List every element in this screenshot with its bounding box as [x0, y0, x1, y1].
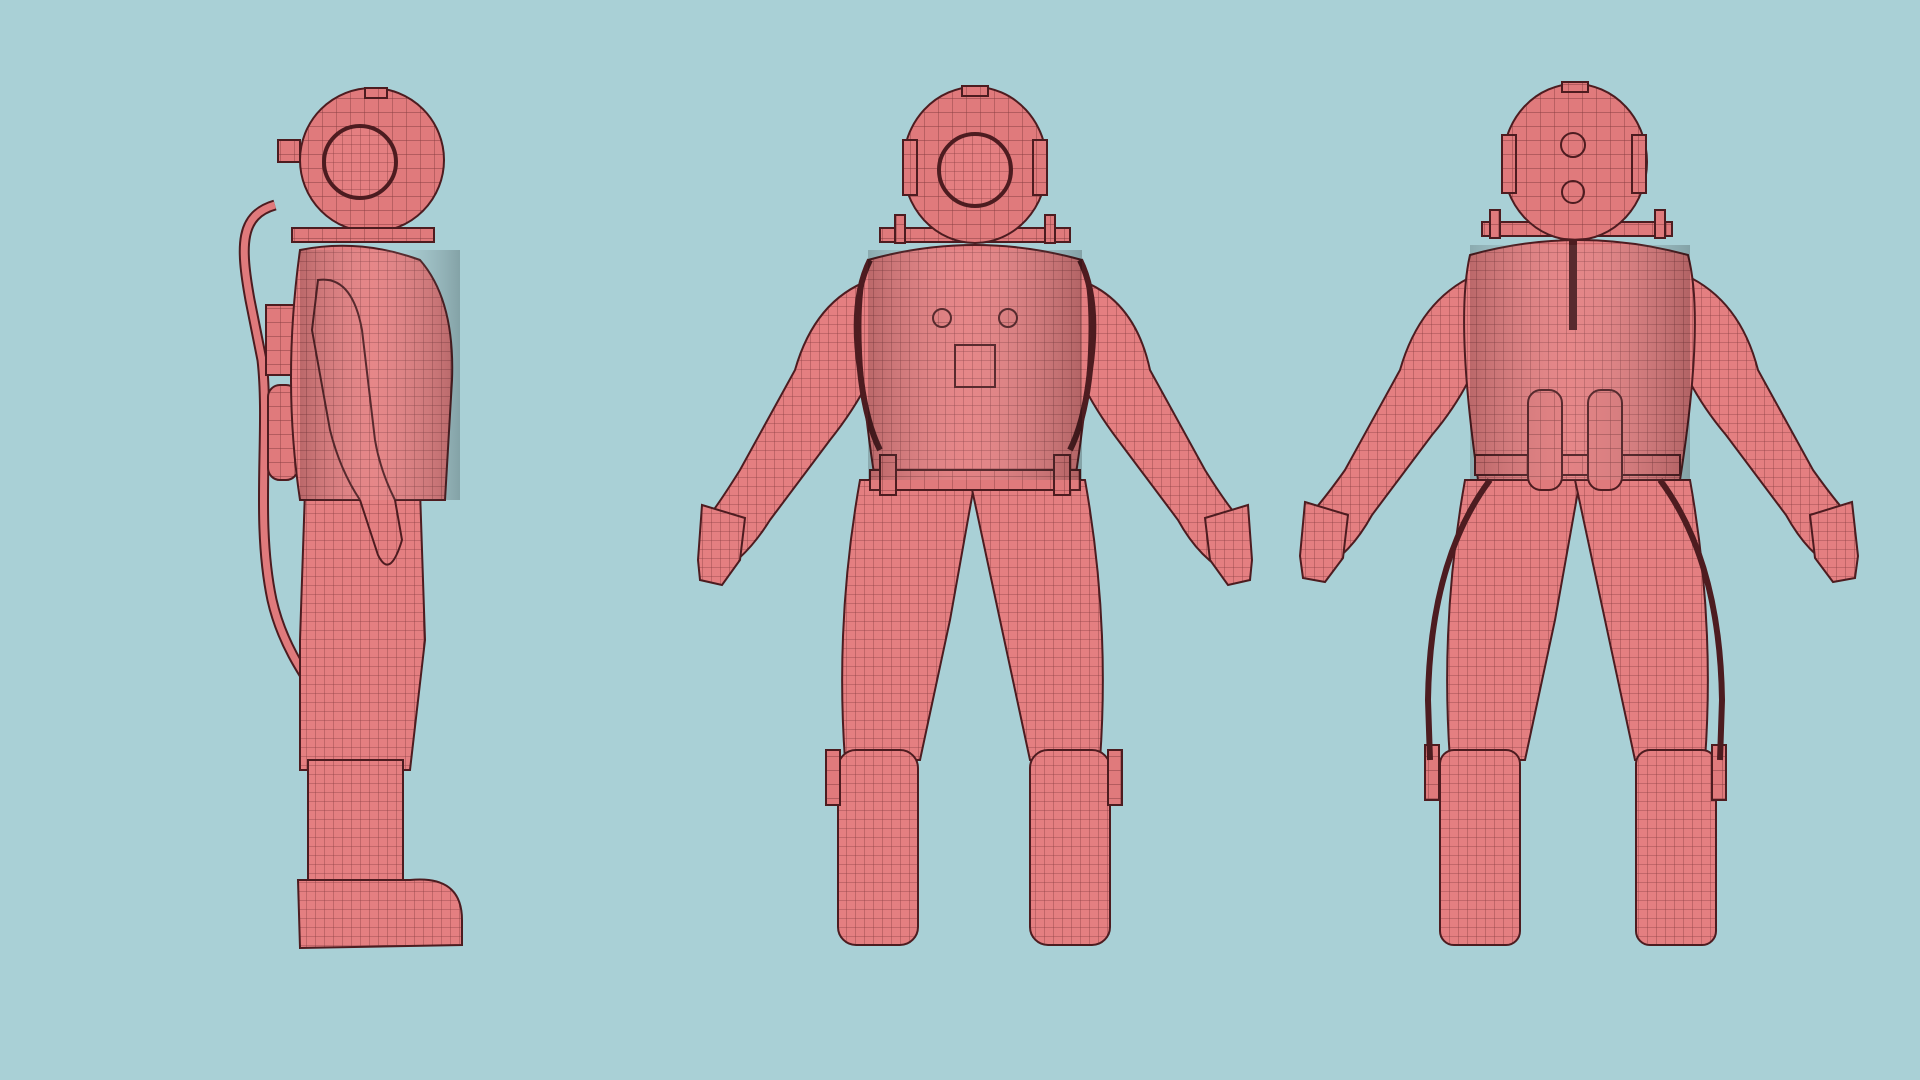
back-view — [1298, 81, 1860, 946]
side-front-valve — [277, 139, 301, 163]
model-views-canvas — [238, 81, 1860, 950]
front-left-glove — [696, 503, 747, 587]
side-leg — [299, 489, 427, 771]
side-helmet-porthole — [322, 124, 398, 200]
back-helmet-dome — [1502, 83, 1648, 241]
side-boot-shaft — [307, 759, 404, 881]
side-boot — [296, 878, 463, 950]
front-right-glove — [1203, 503, 1254, 587]
back-right-glove — [1808, 500, 1860, 584]
back-helmet-valve — [1560, 132, 1586, 158]
front-helmet-faceplate — [937, 132, 1013, 208]
front-left-leg — [841, 479, 977, 761]
front-right-leg — [968, 479, 1104, 761]
front-left-boot — [837, 749, 919, 946]
side-collar — [291, 227, 435, 243]
back-right-boot — [1635, 749, 1717, 946]
front-view — [696, 85, 1254, 946]
front-right-boot — [1029, 749, 1111, 946]
side-view — [238, 87, 463, 950]
back-left-glove — [1298, 500, 1350, 584]
back-left-boot — [1439, 749, 1521, 946]
viewport — [0, 0, 1920, 1080]
